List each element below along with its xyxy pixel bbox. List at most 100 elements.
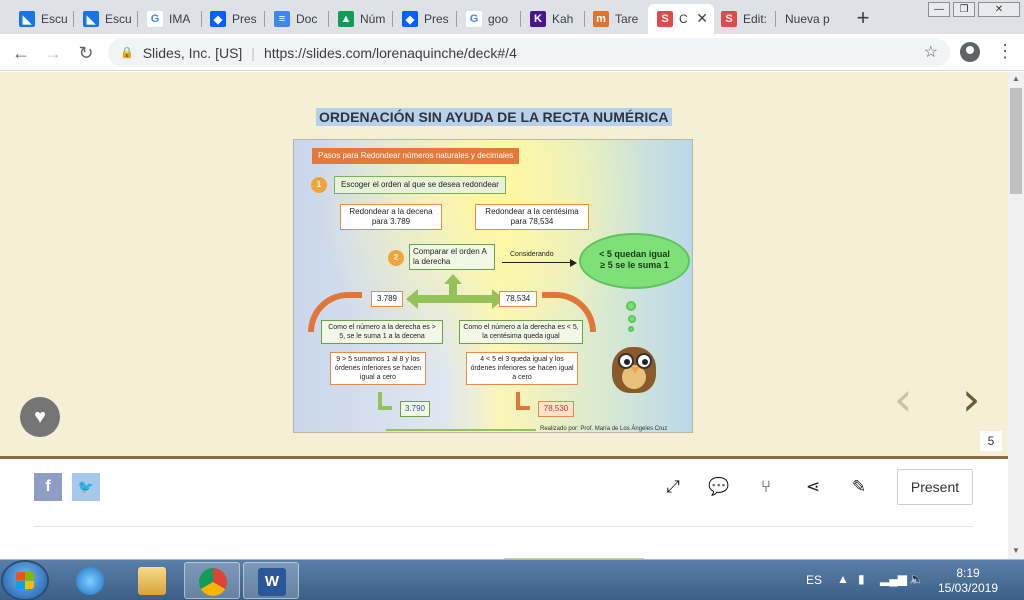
google-icon: G (147, 11, 163, 27)
menu-icon[interactable]: ⋮ (996, 41, 1014, 61)
lock-icon: 🔒 (120, 47, 134, 59)
clock-date: 15/03/2019 (937, 581, 999, 595)
fork-icon[interactable]: ⑂ (754, 475, 778, 499)
tab-label: Doc (296, 12, 318, 26)
back-button[interactable]: ← (9, 41, 33, 65)
author-credit: Realizado por: Prof. María de Los Ángele… (540, 426, 668, 432)
system-clock[interactable]: 8:19 15/03/2019 (932, 566, 1004, 596)
battery-icon[interactable]: ▮ (858, 572, 865, 586)
slide-number: 5 (980, 431, 1002, 451)
maximize-button[interactable]: ❐ (953, 2, 975, 17)
word-icon: W (258, 568, 286, 596)
taskbar-chrome[interactable] (184, 562, 240, 599)
taskbar-ie[interactable] (62, 562, 118, 599)
account-icon[interactable] (960, 42, 980, 62)
slides-icon: S (721, 11, 737, 27)
result-right: 78,530 (538, 401, 574, 417)
volume-icon[interactable]: 🔈 (909, 572, 924, 586)
tab-label: Escu (41, 12, 68, 26)
url-text[interactable]: https://slides.com/lorenaquinche/deck#/4 (264, 45, 517, 61)
browser-tab[interactable]: ◣ Escu (74, 4, 136, 34)
slide-title: ORDENACIÓN SIN AYUDA DE LA RECTA NUMÉRIC… (316, 108, 672, 126)
cloud-line-2: ≥ 5 se le suma 1 (600, 260, 669, 270)
browser-tab[interactable]: Ggoo (457, 4, 519, 34)
browser-tab[interactable]: ▲ Núm (329, 4, 391, 34)
step-1-text: Escoger el orden al que se desea redonde… (334, 176, 506, 194)
value-left: 3.789 (371, 291, 403, 307)
taskbar-explorer[interactable] (124, 562, 180, 599)
browser-tab[interactable]: ◆ Pres (393, 4, 455, 34)
rounding-infographic: Pasos para Redondear números naturales y… (293, 139, 693, 433)
omnibox[interactable]: 🔒 Slides, Inc. [US] | https://slides.com… (108, 38, 950, 67)
start-button[interactable] (3, 562, 47, 599)
cloud-puff (628, 326, 634, 332)
step-2-text: Comparar el orden A la derecha (409, 244, 495, 270)
classroom-icon: ◣ (83, 11, 99, 27)
owl-illustration (604, 333, 664, 395)
browser-tab[interactable]: G IMA (138, 4, 200, 34)
address-bar: ← → ↻ 🔒 Slides, Inc. [US] | https://slid… (0, 34, 1024, 71)
considerando-arrow (502, 262, 572, 263)
deck-progress-line (0, 456, 1008, 459)
dropbox-icon: ◆ (210, 11, 226, 27)
share-icon[interactable]: ⋖ (801, 475, 825, 499)
present-button[interactable]: Present (897, 469, 973, 505)
tab-label: Tare (615, 12, 639, 26)
considerando-label: Considerando (510, 251, 554, 258)
explanation-left: 9 > 5 sumamos 1 al 8 y los órdenes infer… (330, 352, 426, 385)
minimize-button[interactable]: — (928, 2, 950, 17)
considerando-arrowhead (570, 259, 577, 267)
tab-label: Escu (105, 12, 132, 26)
page-viewport: ORDENACIÓN SIN AYUDA DE LA RECTA NUMÉRIC… (0, 72, 1008, 559)
tab-label: Pres (232, 12, 257, 26)
result-arrow-right-foot (516, 406, 530, 410)
kahoot-icon: K (530, 11, 546, 27)
windows-taskbar: W ES ▲ ▮ ▂▄▆ 🔈 8:19 15/03/2019 (0, 559, 1024, 600)
internet-explorer-icon (76, 567, 104, 595)
folder-icon (138, 567, 166, 595)
language-indicator[interactable]: ES (806, 573, 822, 587)
tab-label: Nueva p (785, 12, 830, 26)
comment-icon[interactable]: 💬 (707, 475, 731, 499)
prev-slide-chevron-icon[interactable]: ‹ (894, 376, 912, 422)
twitter-share-icon[interactable]: 🐦 (72, 473, 100, 501)
close-window-button[interactable]: ✕ (978, 2, 1020, 17)
explanation-right: 4 < 5 el 3 queda igual y los órdenes inf… (466, 352, 578, 385)
facebook-share-icon[interactable]: f (34, 473, 62, 501)
browser-tab[interactable]: Nueva p (776, 4, 838, 34)
browser-tab[interactable]: K Kah (521, 4, 583, 34)
signal-icon[interactable]: ▂▄▆ (880, 572, 907, 586)
new-tab-button[interactable]: + (851, 5, 875, 31)
fullscreen-icon[interactable]: ⤢ (661, 475, 685, 499)
browser-tab[interactable]: S Edit: (712, 4, 774, 34)
close-tab-icon[interactable]: ✕ (696, 10, 708, 27)
infographic-header: Pasos para Redondear números naturales y… (312, 148, 520, 164)
tab-label: Kah (552, 12, 574, 26)
tab-label: Núm (360, 12, 386, 26)
browser-tab[interactable]: m Tare (584, 4, 646, 34)
reload-button[interactable]: ↻ (74, 41, 98, 65)
like-heart-icon[interactable]: ♥ (20, 397, 60, 437)
slides-icon: S (657, 11, 673, 27)
browser-tab[interactable]: ◆ Pres (201, 4, 263, 34)
taskbar-word[interactable]: W (243, 562, 299, 599)
tab-label: Edit: (743, 12, 768, 26)
condition-right: Como el número a la derecha es < 5, la c… (459, 320, 583, 344)
google-icon: G (466, 11, 482, 27)
browser-tab[interactable]: ≡ Doc (265, 4, 327, 34)
double-arrow-left-head (406, 289, 418, 309)
scroll-down-icon[interactable]: ▼ (1010, 546, 1022, 555)
tray-expand-icon[interactable]: ▲ (837, 572, 849, 586)
site-identity[interactable]: Slides, Inc. [US] (143, 45, 243, 61)
cloud-puff (628, 315, 636, 323)
forward-button[interactable]: → (41, 41, 65, 65)
edit-pen-icon[interactable]: ✎ (847, 475, 871, 499)
next-slide-chevron-icon[interactable]: › (962, 376, 980, 422)
scrollbar-thumb[interactable] (1010, 88, 1022, 194)
bookmark-star-icon[interactable]: ☆ (924, 42, 938, 62)
result-arrow-left-foot (378, 406, 392, 410)
browser-tab[interactable]: S C ✕ (648, 4, 714, 34)
up-arrow-head (444, 274, 462, 284)
browser-tab[interactable]: ◣ Escu (10, 4, 72, 34)
scroll-up-icon[interactable]: ▲ (1010, 74, 1022, 83)
